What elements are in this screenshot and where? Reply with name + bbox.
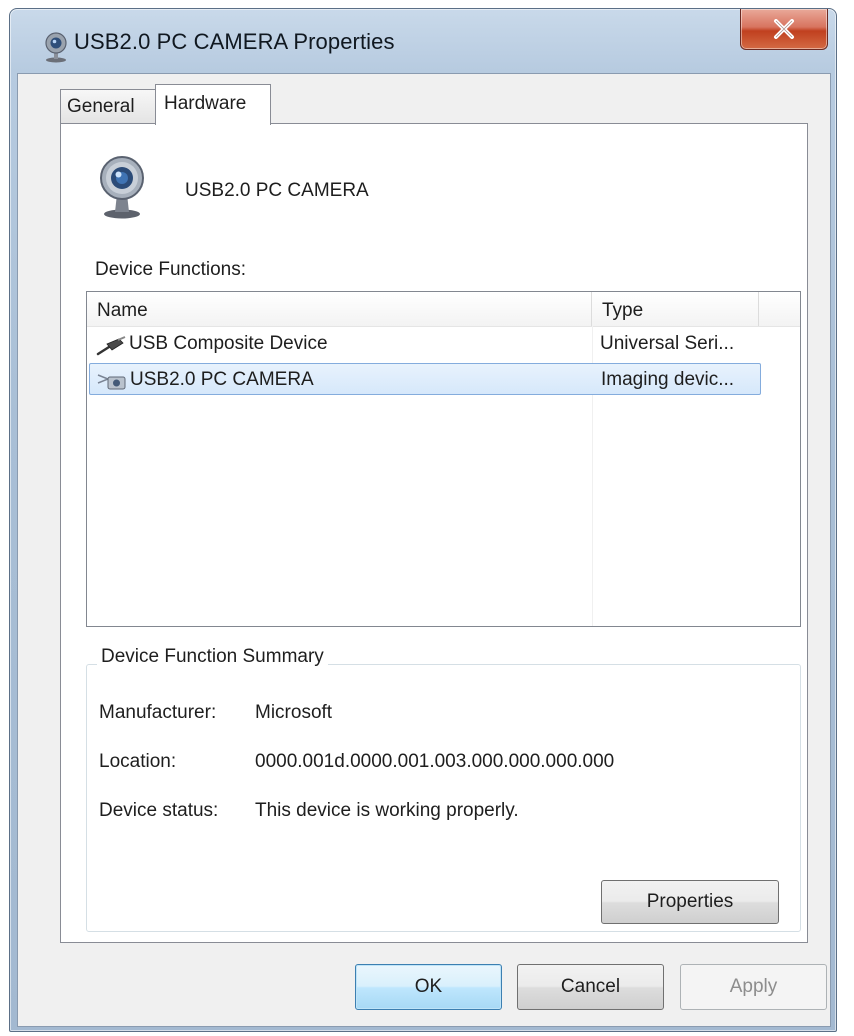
manufacturer-label: Manufacturer: <box>99 702 217 723</box>
row-type: Universal Seri... <box>600 333 735 354</box>
close-icon <box>774 19 794 39</box>
ok-button[interactable]: OK <box>355 964 502 1010</box>
usb-plug-icon <box>96 336 126 356</box>
device-name: USB2.0 PC CAMERA <box>185 180 369 201</box>
imaging-device-icon <box>97 374 126 390</box>
location-value: 0000.001d.0000.001.003.000.000.000.000 <box>255 751 615 772</box>
list-item-selected[interactable]: USB2.0 PC CAMERA Imaging devic... <box>89 363 761 395</box>
manufacturer-value: Microsoft <box>255 702 333 723</box>
device-functions-label: Device Functions: <box>95 259 247 280</box>
webcam-icon <box>45 32 67 63</box>
dialog-client-area: General Hardware USB2.0 PC CAMERA Device… <box>17 73 831 1027</box>
list-header: Name Type <box>87 292 800 327</box>
window-title: USB2.0 PC CAMERA Properties <box>74 29 395 54</box>
tab-general[interactable]: General <box>60 89 156 123</box>
device-status-value: This device is working properly. <box>255 800 519 821</box>
properties-window: USB2.0 PC CAMERA Properties General Hard… <box>9 8 837 1032</box>
apply-button[interactable]: Apply <box>680 964 827 1010</box>
row-name: USB Composite Device <box>129 333 328 354</box>
hardware-tab-panel: USB2.0 PC CAMERA Device Functions: Name … <box>60 123 808 943</box>
properties-button[interactable]: Properties <box>601 880 779 924</box>
cancel-button[interactable]: Cancel <box>517 964 664 1010</box>
tab-hardware[interactable]: Hardware <box>155 84 271 125</box>
location-label: Location: <box>99 751 177 772</box>
column-header-name[interactable]: Name <box>87 292 592 326</box>
summary-legend: Device Function Summary <box>97 646 328 668</box>
list-item[interactable]: USB Composite Device Universal Seri... <box>89 328 761 360</box>
row-type: Imaging devic... <box>601 369 735 390</box>
row-name: USB2.0 PC CAMERA <box>130 369 314 390</box>
webcam-icon <box>100 156 144 219</box>
close-button[interactable] <box>740 9 828 50</box>
device-functions-list[interactable]: Name Type USB Composite Device Universal… <box>86 291 801 627</box>
column-header-type[interactable]: Type <box>592 292 759 326</box>
title-bar[interactable]: USB2.0 PC CAMERA Properties <box>10 9 836 73</box>
device-status-label: Device status: <box>99 800 219 821</box>
